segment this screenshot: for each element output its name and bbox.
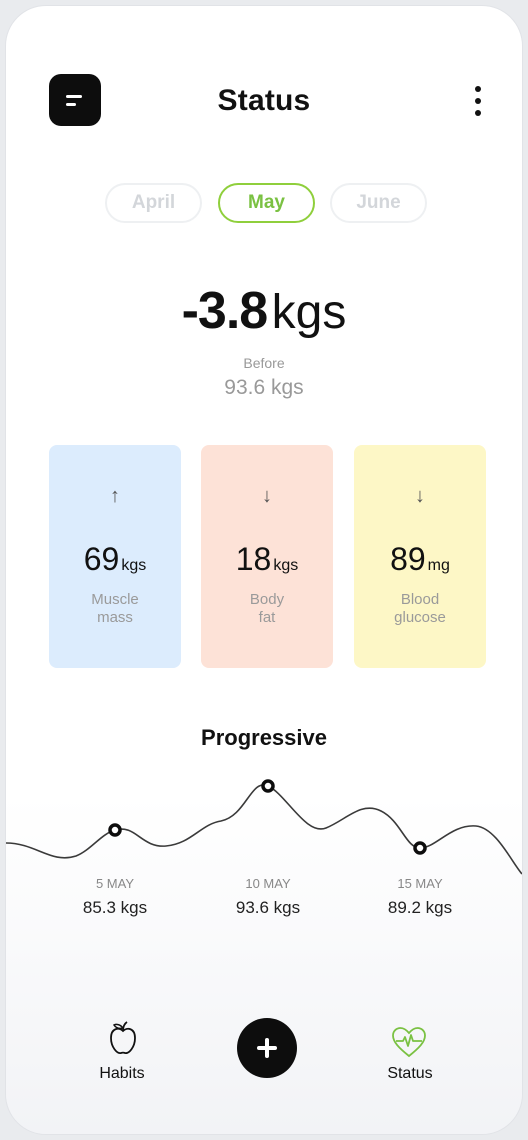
progress-wave-chart <box>6 779 522 875</box>
point-date: 5 MAY <box>95 876 135 891</box>
progress-point <box>261 779 275 793</box>
month-tab-may[interactable]: May <box>218 183 315 223</box>
metric-label-line: Blood <box>400 591 440 608</box>
kebab-dot <box>475 98 481 104</box>
metric-label-line: fat <box>258 609 276 626</box>
apple-icon[interactable] <box>108 1021 138 1057</box>
month-tab-june[interactable]: June <box>330 183 427 223</box>
kebab-dot <box>475 86 481 92</box>
metric-label: Blood glucose <box>354 591 486 627</box>
point-value: 93.6 kgs <box>235 898 301 917</box>
blood-glucose-card[interactable]: ↓ 89 mg Blood glucose <box>354 445 486 668</box>
progress-point <box>413 841 427 855</box>
before-value: 93.6 kgs <box>224 376 304 399</box>
point-date: 15 MAY <box>397 876 443 891</box>
month-tab-april[interactable]: April <box>105 183 202 223</box>
heart-pulse-icon[interactable] <box>391 1026 427 1058</box>
metric-label-line: Body <box>249 591 285 608</box>
arrow-down-icon: ↓ <box>415 485 425 507</box>
progress-point <box>108 823 122 837</box>
metric-label-line: Muscle <box>91 591 139 608</box>
metric-unit: mg <box>427 557 450 574</box>
metric-unit: kgs <box>273 557 299 574</box>
weight-change: -3.8 kgs <box>6 281 522 341</box>
metric-label: Muscle mass <box>49 591 181 627</box>
muscle-mass-card[interactable]: ↑ 69 kgs Muscle mass <box>49 445 181 668</box>
nav-status-label[interactable]: Status <box>360 1065 460 1083</box>
kebab-dot <box>475 110 481 116</box>
arrow-up-icon: ↑ <box>110 485 120 507</box>
metric-label-line: glucose <box>394 609 446 626</box>
weight-change-unit: kgs <box>271 286 347 339</box>
progress-line <box>6 784 522 875</box>
before-label: Before <box>243 355 285 371</box>
metric-number: 18 <box>235 541 272 577</box>
phone-screen: Status April May June -3.8 kgs Before 93… <box>6 6 522 1134</box>
progress-title: Progressive <box>201 725 327 750</box>
nav-habits-label[interactable]: Habits <box>72 1065 172 1083</box>
metric-unit: kgs <box>121 557 147 574</box>
body-fat-card[interactable]: ↓ 18 kgs Body fat <box>201 445 333 668</box>
metric-value: 69 kgs <box>49 541 181 578</box>
point-date: 10 MAY <box>245 876 291 891</box>
point-value: 89.2 kgs <box>387 898 453 917</box>
add-button[interactable] <box>237 1018 297 1078</box>
point-value: 85.3 kgs <box>82 898 148 917</box>
weight-change-value: -3.8 <box>181 282 269 340</box>
metric-label: Body fat <box>201 591 333 627</box>
arrow-down-icon: ↓ <box>262 485 272 507</box>
page-title: Status <box>217 84 311 117</box>
metric-value: 89 mg <box>354 541 486 578</box>
metric-value: 18 kgs <box>201 541 333 578</box>
plus-icon-bar <box>265 1038 269 1058</box>
metric-number: 69 <box>83 541 120 577</box>
metric-number: 89 <box>390 541 426 577</box>
metric-label-line: mass <box>97 609 133 626</box>
more-options-icon[interactable] <box>468 84 488 118</box>
